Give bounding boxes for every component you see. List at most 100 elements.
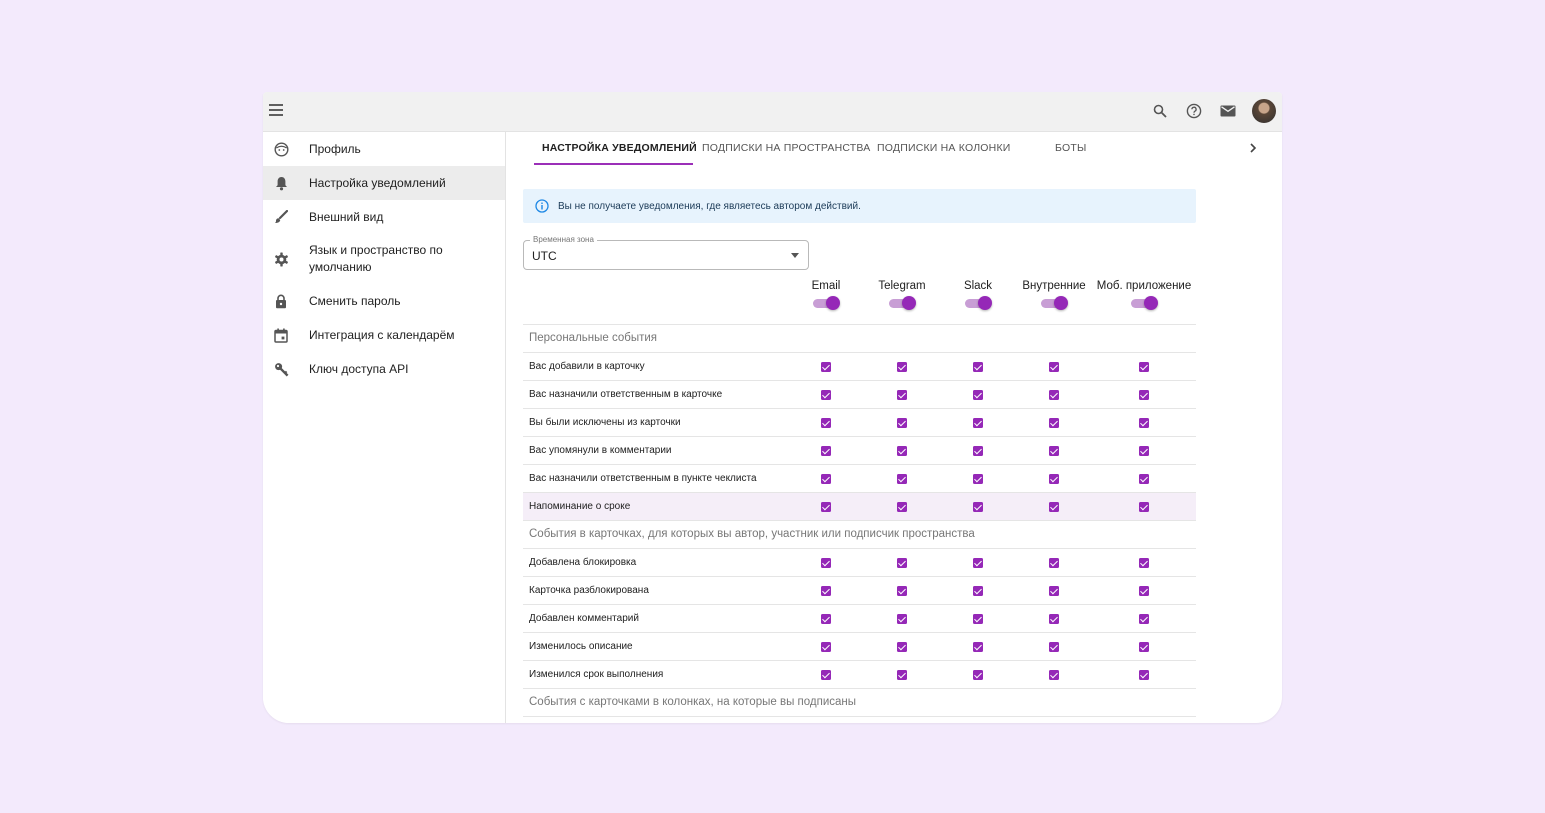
- checkbox[interactable]: [897, 586, 907, 596]
- sidebar-item-language[interactable]: Язык и пространство по умолчанию: [263, 234, 505, 284]
- checkbox[interactable]: [897, 642, 907, 652]
- row-label: Добавлен комментарий: [529, 613, 639, 624]
- calendar-icon: [273, 327, 289, 343]
- checkbox[interactable]: [1049, 474, 1059, 484]
- tab-space-subscriptions[interactable]: ПОДПИСКИ НА ПРОСТРАНСТВА: [702, 142, 870, 154]
- checkbox[interactable]: [1139, 502, 1149, 512]
- checkbox[interactable]: [897, 558, 907, 568]
- toggle-telegram[interactable]: [888, 296, 916, 310]
- tab-bots[interactable]: БОТЫ: [1055, 142, 1086, 154]
- search-icon[interactable]: [1150, 101, 1170, 121]
- timezone-select[interactable]: Временная зона UTC: [523, 235, 809, 270]
- checkbox[interactable]: [1049, 362, 1059, 372]
- checkbox[interactable]: [1139, 474, 1149, 484]
- checkbox[interactable]: [821, 642, 831, 652]
- checkbox[interactable]: [897, 670, 907, 680]
- checkbox[interactable]: [1049, 614, 1059, 624]
- sidebar-item-appearance[interactable]: Внешний вид: [263, 200, 505, 234]
- gear-icon: [273, 251, 289, 267]
- row-label: Вас назначили ответственным в пункте чек…: [529, 473, 757, 484]
- checkbox[interactable]: [973, 502, 983, 512]
- checkbox[interactable]: [1139, 558, 1149, 568]
- checkbox[interactable]: [1049, 558, 1059, 568]
- tab-column-subscriptions[interactable]: ПОДПИСКИ НА КОЛОНКИ: [877, 142, 1011, 154]
- row-label: Карточка разблокирована: [529, 585, 649, 596]
- checkbox[interactable]: [1139, 642, 1149, 652]
- checkbox[interactable]: [821, 670, 831, 680]
- checkbox[interactable]: [897, 474, 907, 484]
- checkbox[interactable]: [821, 614, 831, 624]
- checkbox[interactable]: [821, 418, 831, 428]
- table-row: Карточка разблокирована: [523, 577, 1196, 605]
- sidebar-item-calendar[interactable]: Интеграция с календарём: [263, 318, 505, 352]
- sidebar-item-notifications[interactable]: Настройка уведомлений: [263, 166, 505, 200]
- checkbox[interactable]: [973, 474, 983, 484]
- checkbox[interactable]: [897, 418, 907, 428]
- sidebar-item-password[interactable]: Сменить пароль: [263, 284, 505, 318]
- toggle-internal[interactable]: [1040, 296, 1068, 310]
- checkbox[interactable]: [973, 586, 983, 596]
- row-label: Вы были исключены из карточки: [529, 417, 681, 428]
- checkbox[interactable]: [1049, 586, 1059, 596]
- checkbox[interactable]: [821, 558, 831, 568]
- active-tab-indicator: [534, 163, 693, 165]
- checkbox[interactable]: [1139, 586, 1149, 596]
- checkbox[interactable]: [973, 642, 983, 652]
- table-row: Изменилось описание: [523, 633, 1196, 661]
- info-icon: [535, 199, 549, 213]
- table-row: Добавлен комментарий: [523, 605, 1196, 633]
- checkbox[interactable]: [1139, 446, 1149, 456]
- top-bar: [263, 92, 1282, 132]
- checkbox[interactable]: [1049, 670, 1059, 680]
- sidebar-item-api-key[interactable]: Ключ доступа API: [263, 352, 505, 386]
- menu-icon[interactable]: [269, 104, 283, 118]
- avatar[interactable]: [1252, 99, 1276, 123]
- toggle-email[interactable]: [812, 296, 840, 310]
- checkbox[interactable]: [821, 362, 831, 372]
- checkbox[interactable]: [973, 446, 983, 456]
- checkbox[interactable]: [973, 670, 983, 680]
- checkbox[interactable]: [1049, 642, 1059, 652]
- table-header: Email Telegram Slack Внутренние Моб. при…: [523, 280, 1196, 325]
- row-label: Вас добавили в карточку: [529, 361, 645, 372]
- checkbox[interactable]: [1139, 418, 1149, 428]
- checkbox[interactable]: [821, 446, 831, 456]
- checkbox[interactable]: [1139, 670, 1149, 680]
- sidebar-item-profile[interactable]: Профиль: [263, 132, 505, 166]
- checkbox[interactable]: [973, 614, 983, 624]
- checkbox[interactable]: [821, 586, 831, 596]
- help-icon[interactable]: [1184, 101, 1204, 121]
- table-row: Добавлена блокировка: [523, 549, 1196, 577]
- checkbox[interactable]: [821, 474, 831, 484]
- notification-table: Email Telegram Slack Внутренние Моб. при…: [523, 280, 1196, 717]
- checkbox[interactable]: [897, 502, 907, 512]
- column-header-internal: Внутренние: [1022, 280, 1086, 292]
- checkbox[interactable]: [973, 558, 983, 568]
- checkbox[interactable]: [897, 390, 907, 400]
- checkbox[interactable]: [1049, 390, 1059, 400]
- chevron-right-icon[interactable]: [1246, 141, 1260, 155]
- checkbox[interactable]: [973, 362, 983, 372]
- checkbox[interactable]: [1049, 502, 1059, 512]
- checkbox[interactable]: [897, 446, 907, 456]
- checkbox[interactable]: [1049, 446, 1059, 456]
- toggle-slack[interactable]: [964, 296, 992, 310]
- checkbox[interactable]: [973, 418, 983, 428]
- checkbox[interactable]: [897, 614, 907, 624]
- checkbox[interactable]: [1139, 362, 1149, 372]
- checkbox[interactable]: [821, 502, 831, 512]
- checkbox[interactable]: [1139, 614, 1149, 624]
- row-label: Изменился срок выполнения: [529, 669, 664, 680]
- row-label: Вас назначили ответственным в карточке: [529, 389, 723, 400]
- tab-notification-settings[interactable]: НАСТРОЙКА УВЕДОМЛЕНИЙ: [542, 142, 697, 154]
- toggle-mobile-app[interactable]: [1130, 296, 1158, 310]
- checkbox[interactable]: [1049, 418, 1059, 428]
- checkbox[interactable]: [897, 362, 907, 372]
- row-label: Добавлена блокировка: [529, 557, 637, 568]
- bell-icon: [273, 175, 289, 191]
- checkbox[interactable]: [973, 390, 983, 400]
- checkbox[interactable]: [821, 390, 831, 400]
- mail-icon[interactable]: [1218, 101, 1238, 121]
- checkbox[interactable]: [1139, 390, 1149, 400]
- table-row: Вас упомянули в комментарии: [523, 437, 1196, 465]
